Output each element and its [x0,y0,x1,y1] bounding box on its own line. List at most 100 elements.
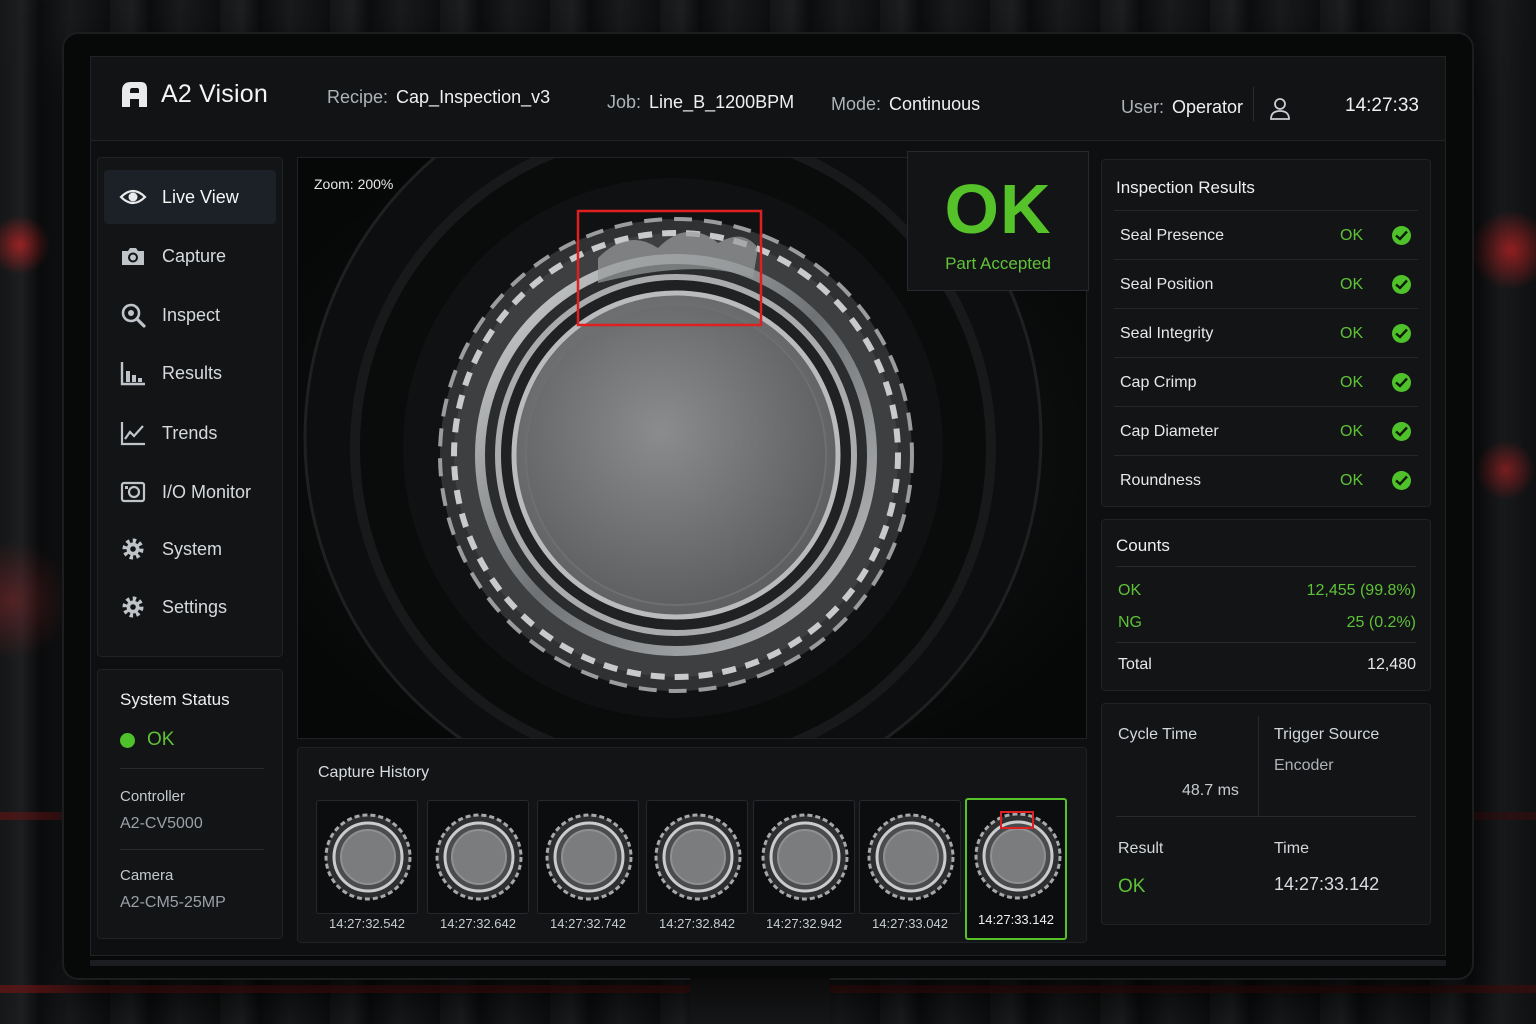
counts-title: Counts [1116,536,1170,555]
time-value: 14:27:33.142 [1274,874,1380,894]
divider [1258,716,1259,816]
camera-icon [118,241,148,271]
recipe-info: Recipe: Cap_Inspection_v3 [327,87,550,108]
mode-info: Mode: Continuous [831,94,980,115]
count-total-label: Total [1118,656,1152,673]
cap-thumbnail-image [435,813,523,901]
job-info: Job: Line_B_1200BPM [607,92,794,113]
trigger-source-label: Trigger Source [1274,726,1380,743]
a2-logo-icon [117,77,151,111]
status-dot-icon [120,732,135,748]
cap-thumbnail-image [867,813,955,901]
clock: 14:27:33 [1345,95,1419,116]
result-value: OK [1340,423,1364,440]
capture-thumbnail[interactable] [316,800,418,914]
system-status-value: OK [147,729,175,750]
monitor-stand [690,978,830,1024]
time-label: Time [1274,840,1309,857]
result-name: Seal Presence [1120,227,1225,244]
sidebar-item-system[interactable]: System [104,522,276,576]
header-divider [1253,87,1254,121]
cap-thumbnail-image [761,813,849,901]
cycle-time-value: 48.7 ms [1182,782,1239,799]
monitor-frame: A2 Vision Recipe: Cap_Inspection_v3 Job: L… [64,34,1472,978]
result-row: Seal Position OK [1114,259,1418,307]
capture-timestamp: 14:27:32.842 [659,916,735,931]
capture-timestamp: 14:27:32.542 [329,916,405,931]
cap-thumbnail-image [545,813,633,901]
nav-label: Trends [162,422,218,443]
result-name: Roundness [1120,472,1201,489]
count-total-value: 12,480 [1367,656,1416,673]
app-logo: A2 Vision [117,77,268,111]
monitor-bezel-strip [90,960,1446,966]
verdict-result: OK [944,170,1052,248]
divider [1116,816,1416,817]
result-value: OK [1118,876,1146,897]
sidebar-nav: Live View Capture Inspect Results Trends… [97,157,283,657]
check-icon [1392,422,1411,441]
inspection-results-title: Inspection Results [1116,178,1255,197]
result-name: Cap Crimp [1120,374,1197,391]
magnifier-icon [118,300,148,330]
io-monitor-icon [118,477,148,507]
bar-chart-icon [118,358,148,388]
result-name: Seal Integrity [1120,325,1214,342]
result-row: Cap Diameter OK [1114,406,1418,454]
divider [1116,566,1416,567]
sidebar-item-io-monitor[interactable]: I/O Monitor [104,465,276,519]
result-value: OK [1340,276,1364,293]
controller-value: A2-CV5000 [120,815,203,832]
line-chart-icon [118,418,148,448]
sidebar-item-capture[interactable]: Capture [104,229,276,283]
result-value: OK [1340,472,1364,489]
cycle-info-panel: Cycle Time 48.7 ms Trigger Source Encode… [1101,703,1431,925]
gear-icon [118,534,148,564]
result-row: Roundness OK [1114,455,1418,503]
capture-thumbnail[interactable] [427,800,529,914]
sidebar-item-inspect[interactable]: Inspect [104,288,276,342]
cycle-time-label: Cycle Time [1118,726,1198,743]
sidebar-item-trends[interactable]: Trends [104,406,276,460]
job-value: Line_B_1200BPM [649,92,795,112]
verdict-text: Part Accepted [945,254,1051,273]
capture-timestamp: 14:27:33.042 [872,916,948,931]
system-status-panel: System Status OK Controller A2-CV5000 Ca… [97,669,283,939]
recipe-value: Cap_Inspection_v3 [396,87,551,107]
result-name: Seal Position [1120,276,1214,293]
hmi-screen: A2 Vision Recipe: Cap_Inspection_v3 Job: L… [90,56,1446,956]
top-bar: A2 Vision Recipe: Cap_Inspection_v3 Job: L… [91,57,1445,141]
cap-thumbnail-image [324,813,412,901]
count-ok-label: OK [1118,582,1142,599]
sidebar-item-live-view[interactable]: Live View [104,170,276,224]
count-ng-label: NG [1118,614,1142,631]
result-row: Seal Integrity OK [1114,308,1418,356]
trigger-source-value: Encoder [1274,757,1334,774]
capture-thumbnail[interactable] [859,800,961,914]
divider [1116,642,1416,643]
nav-label: Settings [162,596,228,617]
result-name: Cap Diameter [1120,423,1219,440]
user-icon[interactable] [1269,97,1291,121]
verdict-panel: OK Part Accepted [907,151,1089,291]
app-name: A2 Vision [161,79,268,108]
capture-timestamp: 14:27:32.942 [766,916,842,931]
gear-icon [118,592,148,622]
result-value: OK [1340,227,1364,244]
nav-label: I/O Monitor [162,481,252,502]
capture-thumbnail[interactable] [537,800,639,914]
inspection-results-panel: Inspection Results Seal Presence OK Seal P… [1101,159,1431,507]
user-value: Operator [1172,97,1244,117]
check-icon [1392,324,1411,343]
capture-thumbnail[interactable] [646,800,748,914]
nav-label: System [162,538,223,559]
sidebar-item-results[interactable]: Results [104,346,276,400]
user-label: User: [1121,97,1165,117]
system-status-indicator: OK [120,729,174,751]
cap-thumbnail-image [974,811,1062,900]
controller-label: Controller [120,788,186,805]
capture-thumbnail[interactable] [753,800,855,914]
sidebar-item-settings[interactable]: Settings [104,580,276,634]
zoom-level: Zoom: 200% [314,176,394,192]
system-status-title: System Status [120,690,230,709]
